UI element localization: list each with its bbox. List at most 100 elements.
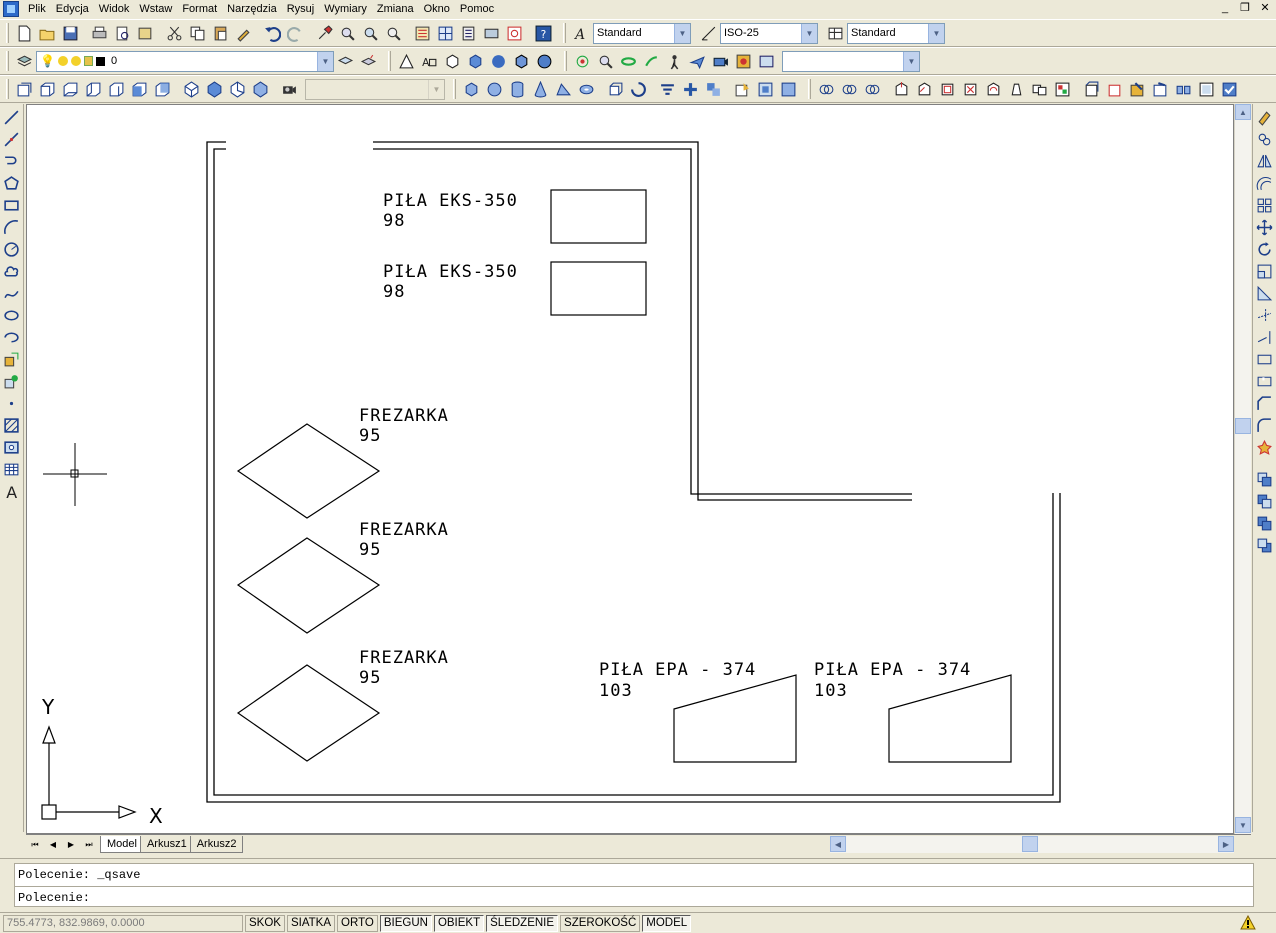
copy-icon[interactable] (186, 22, 209, 44)
separate-icon[interactable] (1172, 78, 1195, 100)
pan-realtime-icon[interactable] (313, 22, 336, 44)
scroll-thumb[interactable] (1235, 418, 1251, 434)
interference-icon[interactable] (702, 78, 725, 100)
clean-icon[interactable] (1149, 78, 1172, 100)
tab-model[interactable]: Model (100, 836, 144, 853)
solid-box-icon[interactable] (460, 78, 483, 100)
stretch-icon[interactable] (1254, 282, 1276, 304)
print-preview-icon[interactable] (111, 22, 134, 44)
polygon-icon[interactable] (1, 172, 23, 194)
scroll-left-button[interactable]: ◀ (830, 836, 846, 852)
menu-widok[interactable]: Widok (94, 0, 135, 18)
send-under-icon[interactable] (1254, 534, 1276, 556)
rotate-icon[interactable] (1254, 238, 1276, 260)
construction-line-icon[interactable] (1, 128, 23, 150)
table-style-icon[interactable] (824, 22, 847, 44)
command-prompt[interactable]: Polecenie: (18, 890, 90, 906)
toolbar-grip[interactable] (808, 79, 811, 99)
extrude-faces-icon[interactable] (890, 78, 913, 100)
break-icon[interactable] (1254, 370, 1276, 392)
milling-machine-shape[interactable] (236, 537, 381, 634)
line-icon[interactable] (1, 106, 23, 128)
copy-object-icon[interactable] (1254, 128, 1276, 150)
subtract-icon[interactable] (838, 78, 861, 100)
array-icon[interactable] (1254, 194, 1276, 216)
bring-to-front-icon[interactable] (1254, 468, 1276, 490)
tab-arkusz1[interactable]: Arkusz1 (139, 836, 194, 853)
tool-palettes-icon[interactable] (457, 22, 480, 44)
text-to-front-icon[interactable]: A (418, 50, 441, 72)
milling-machine-shape[interactable] (236, 664, 381, 762)
revision-cloud-icon[interactable] (1, 260, 23, 282)
chamfer-icon[interactable] (1254, 392, 1276, 414)
ellipse-icon[interactable] (1, 304, 23, 326)
design-center-icon[interactable] (434, 22, 457, 44)
chevron-down-icon[interactable]: ▼ (903, 51, 919, 71)
milling-machine-shape[interactable] (236, 423, 381, 519)
toggle-model[interactable]: MODEL (642, 914, 692, 932)
solid-cylinder-icon[interactable] (506, 78, 529, 100)
toggle-osnap[interactable]: OBIEKT (433, 914, 485, 932)
toolbar-grip[interactable] (6, 79, 9, 99)
chevron-down-icon[interactable]: ▼ (801, 23, 817, 43)
solid-sphere-icon[interactable] (483, 78, 506, 100)
markup-icon[interactable] (503, 22, 526, 44)
shell-icon[interactable] (1195, 78, 1218, 100)
toggle-polar[interactable]: BIEGUN (379, 914, 432, 932)
camera-zoom-icon[interactable] (594, 50, 617, 72)
spline-icon[interactable] (1, 282, 23, 304)
chevron-down-icon[interactable]: ▼ (674, 23, 690, 43)
revolve-icon[interactable] (627, 78, 650, 100)
toolbar-grip[interactable] (6, 51, 9, 71)
hatch-icon[interactable] (1, 414, 23, 436)
zoom-window-icon[interactable] (359, 22, 382, 44)
break-at-point-icon[interactable] (1254, 348, 1276, 370)
extrude-icon[interactable] (604, 78, 627, 100)
view-select[interactable]: ▼ (782, 50, 920, 72)
menu-wymiary[interactable]: Wymiary (319, 0, 372, 18)
table-style-select[interactable]: Standard ▼ (847, 22, 945, 44)
taper-faces-icon[interactable] (1005, 78, 1028, 100)
make-block-icon[interactable] (1, 370, 23, 392)
zoom-previous-icon[interactable] (382, 22, 405, 44)
minimize-button[interactable]: _ (1216, 1, 1234, 16)
view-sw-iso-icon[interactable] (180, 78, 203, 100)
erase-icon[interactable] (1254, 106, 1276, 128)
saw-epa-374-shape[interactable] (888, 674, 1012, 763)
chevron-down-icon[interactable]: ▼ (317, 51, 333, 71)
toolbar-grip[interactable] (564, 51, 567, 71)
saw-eks-350-shape[interactable] (550, 189, 647, 244)
print-icon[interactable] (88, 22, 111, 44)
scroll-right-button[interactable]: ▶ (1218, 836, 1234, 852)
dimension-style-icon[interactable] (697, 22, 720, 44)
restore-button[interactable]: ❐ (1236, 1, 1254, 16)
shade-flat-icon[interactable] (464, 50, 487, 72)
send-to-back-icon[interactable] (1254, 490, 1276, 512)
box-icon[interactable] (441, 50, 464, 72)
arc-icon[interactable] (1, 216, 23, 238)
region-icon[interactable] (1, 436, 23, 458)
render-icon[interactable] (732, 50, 755, 72)
explode-icon[interactable] (1254, 436, 1276, 458)
next-tab-button[interactable]: ▶ (62, 837, 80, 853)
menu-pomoc[interactable]: Pomoc (455, 0, 499, 18)
fly-icon[interactable] (686, 50, 709, 72)
horizontal-scrollbar[interactable]: ◀ ▶ (830, 836, 1234, 853)
view-nw-iso-icon[interactable] (249, 78, 272, 100)
command-lines[interactable]: Polecenie: _qsave Polecenie: (14, 863, 1254, 907)
table-icon[interactable] (1, 458, 23, 480)
saw-epa-374-shape[interactable] (673, 674, 797, 763)
solid-torus-icon[interactable] (575, 78, 598, 100)
paste-icon[interactable] (209, 22, 232, 44)
trim-icon[interactable] (1254, 304, 1276, 326)
view-left-icon[interactable] (82, 78, 105, 100)
continuous-orbit-icon[interactable] (617, 50, 640, 72)
chevron-down-icon[interactable]: ▼ (928, 23, 944, 43)
camera-views-icon[interactable] (278, 78, 301, 100)
properties-icon[interactable] (411, 22, 434, 44)
walk-icon[interactable] (663, 50, 686, 72)
toolbar-grip[interactable] (453, 79, 456, 99)
offset-icon[interactable] (1254, 172, 1276, 194)
extend-icon[interactable] (1254, 326, 1276, 348)
publish-icon[interactable] (134, 22, 157, 44)
